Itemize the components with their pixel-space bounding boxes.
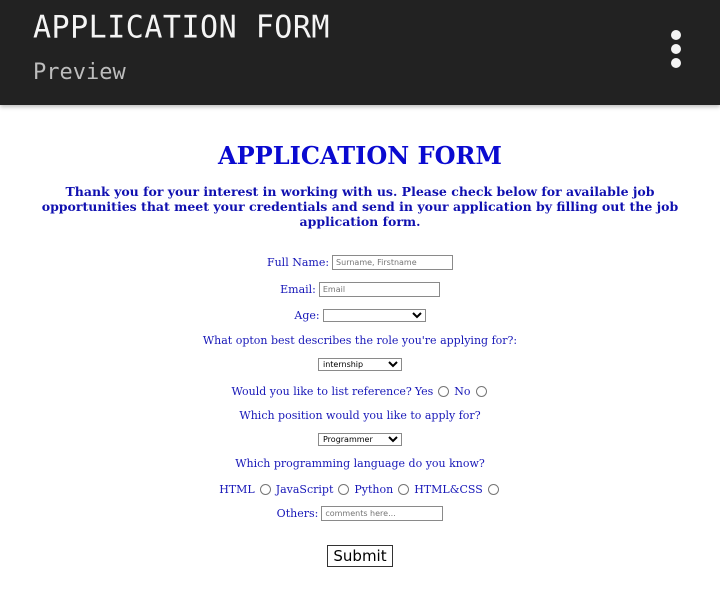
language-html-label: HTML [219, 483, 255, 496]
language-javascript-radio[interactable] [338, 484, 350, 495]
others-label: Others: [276, 507, 319, 520]
role-row: internship [0, 358, 720, 371]
age-select[interactable] [322, 309, 426, 322]
submit-row: Submit [0, 545, 720, 567]
language-python-label: Python [354, 483, 394, 496]
menu-dot [671, 30, 681, 40]
reference-yes-radio[interactable] [438, 386, 450, 397]
reference-no-label: No [454, 385, 471, 398]
role-question: What opton best describes the role you'r… [202, 334, 518, 347]
intro-text: Thank you for your interest in working w… [41, 184, 679, 229]
others-row: Others: [0, 506, 720, 521]
app-bar: APPLICATION FORM Preview [0, 0, 720, 105]
reference-yes-label: Yes [414, 385, 434, 398]
full-name-input[interactable] [332, 255, 454, 270]
age-row: Age: [0, 309, 720, 322]
menu-dot [671, 58, 681, 68]
language-html-radio[interactable] [259, 484, 271, 495]
position-select[interactable]: Programmer [318, 433, 402, 446]
position-row: Programmer [0, 433, 720, 446]
position-question: Which position would you like to apply f… [239, 409, 481, 422]
age-label: Age: [294, 309, 320, 322]
role-select[interactable]: internship [318, 358, 402, 371]
full-name-label: Full Name: [266, 256, 330, 269]
form-content: APPLICATION FORM Thank you for your inte… [0, 143, 720, 567]
form-heading: APPLICATION FORM [218, 141, 502, 170]
language-htmlcss-radio[interactable] [487, 484, 499, 495]
language-javascript-label: JavaScript [275, 483, 334, 496]
language-python-radio[interactable] [398, 484, 410, 495]
language-question: Which programming language do you know? [235, 457, 485, 470]
reference-question: Would you like to list reference? [231, 385, 412, 398]
app-title: APPLICATION FORM [33, 9, 330, 46]
menu-dot [671, 44, 681, 54]
full-name-row: Full Name: [0, 255, 720, 270]
others-input[interactable] [321, 506, 444, 521]
reference-row: Would you like to list reference? Yes No [0, 385, 720, 398]
email-row: Email: [0, 282, 720, 297]
language-row: HTML JavaScript Python HTML&CSS [0, 483, 720, 496]
reference-no-radio[interactable] [475, 386, 487, 397]
app-subtitle: Preview [33, 60, 126, 85]
submit-button[interactable]: Submit [327, 545, 393, 567]
email-input[interactable] [318, 282, 440, 297]
vertical-dots-icon[interactable] [666, 30, 686, 68]
email-label: Email: [280, 283, 316, 296]
language-htmlcss-label: HTML&CSS [414, 483, 483, 496]
